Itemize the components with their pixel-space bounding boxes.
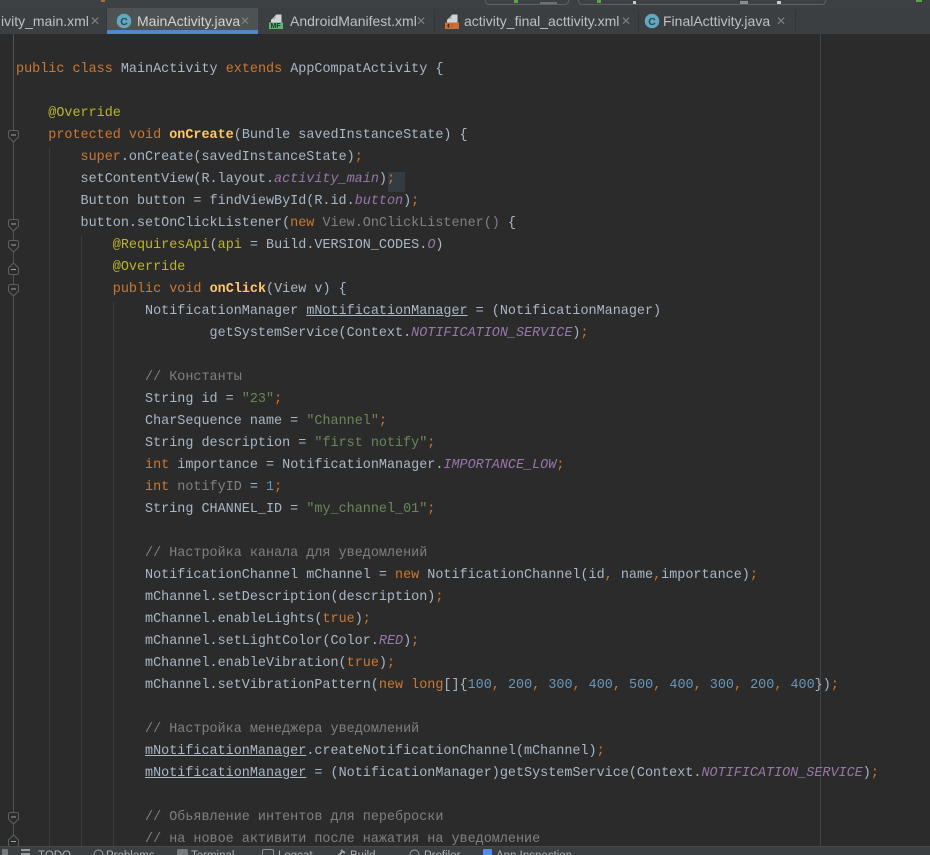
- svg-text:C: C: [648, 16, 656, 28]
- svg-text:MF: MF: [271, 23, 282, 29]
- svg-text:C: C: [120, 16, 128, 28]
